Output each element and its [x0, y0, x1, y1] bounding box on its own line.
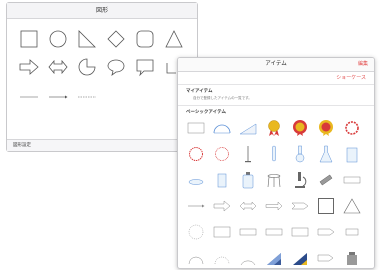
magnet-icon[interactable] [317, 171, 335, 189]
slope-item-icon[interactable] [239, 119, 257, 137]
beaker-icon[interactable] [343, 145, 361, 163]
double-arrow-icon[interactable] [48, 57, 68, 77]
arrow-block-icon[interactable] [317, 249, 335, 267]
flower-frame-icon[interactable] [343, 119, 361, 137]
double-block-arrow-icon[interactable] [239, 197, 257, 215]
pie-icon[interactable] [77, 57, 97, 77]
circle-icon[interactable] [48, 29, 68, 49]
triangle-item-icon[interactable] [343, 197, 361, 215]
test-tube-icon[interactable] [265, 145, 283, 163]
gold-medal-icon[interactable] [265, 119, 283, 137]
half-circle-dashed-icon[interactable] [213, 249, 231, 267]
dashed-line-icon[interactable] [77, 94, 97, 100]
blank-rect-icon[interactable] [343, 171, 361, 189]
wavy-frame-icon[interactable] [213, 145, 231, 163]
glass-cylinder-icon[interactable] [213, 171, 231, 189]
chevron-arrow-icon[interactable] [291, 197, 309, 215]
tag-rect-icon[interactable] [265, 223, 283, 241]
wide-rect-icon[interactable] [291, 223, 309, 241]
stand-rod-icon[interactable] [239, 145, 257, 163]
diamond-icon[interactable] [106, 29, 126, 49]
dashed-circle-icon[interactable] [187, 223, 205, 241]
square-frame-icon[interactable] [317, 197, 335, 215]
label-rect-icon[interactable] [239, 223, 257, 241]
my-items-heading: マイアイテム [186, 89, 213, 94]
shapes-panel-title: 図形 [7, 3, 197, 19]
basic-items-heading: ベーシックアイテム [186, 110, 226, 115]
arc-item-icon[interactable] [213, 119, 231, 137]
rosette-gold-icon[interactable] [291, 119, 309, 137]
arrow-right-icon[interactable] [19, 57, 39, 77]
speech-bubble-icon[interactable] [106, 57, 126, 77]
colored-triangle-icon[interactable] [291, 249, 309, 267]
plain-rect-icon[interactable] [213, 223, 231, 241]
arrow-tag-icon[interactable] [317, 223, 335, 241]
divider [178, 84, 374, 85]
showcase-link[interactable]: ショーケース [336, 74, 366, 81]
edit-button[interactable]: 編集 [358, 58, 368, 71]
square-icon[interactable] [19, 29, 39, 49]
shapes-panel: 図形 図形設定 [6, 2, 198, 152]
shape-settings-label: 図形設定 [13, 143, 31, 148]
triangle-icon[interactable] [164, 29, 184, 49]
items-panel: アイテム 編集 ショーケース マイアイテム 自分で登録したアイテムの一覧です。 … [177, 57, 375, 269]
microscope-icon[interactable] [291, 171, 309, 189]
my-items-description: 自分で登録したアイテムの一覧です。 [193, 96, 252, 100]
thin-rect-item-icon[interactable] [187, 119, 205, 137]
petri-dish-icon[interactable] [187, 171, 205, 189]
divider [178, 105, 374, 106]
line-icon[interactable] [19, 94, 39, 100]
tripod-icon[interactable] [265, 171, 283, 189]
conical-flask-icon[interactable] [317, 145, 335, 163]
long-arrow-icon[interactable] [265, 197, 283, 215]
items-panel-titlebar: アイテム 編集 [178, 58, 374, 72]
rosette-red-icon[interactable] [317, 119, 335, 137]
arrow-line-icon[interactable] [48, 94, 68, 100]
striped-triangle-icon[interactable] [265, 249, 283, 267]
rounded-square-icon[interactable] [135, 29, 155, 49]
right-triangle-icon[interactable] [77, 29, 97, 49]
weight-icon[interactable] [343, 249, 361, 267]
half-circle-icon[interactable] [187, 249, 205, 267]
round-flask-icon[interactable] [291, 145, 309, 163]
arrow-line-item-icon[interactable] [187, 197, 205, 215]
small-rect-icon[interactable] [343, 223, 361, 241]
quarter-circle-icon[interactable] [239, 249, 257, 267]
bottle-icon[interactable] [239, 171, 257, 189]
block-arrow-icon[interactable] [213, 197, 231, 215]
items-panel-title: アイテム [265, 61, 287, 67]
shape-settings-bar[interactable]: 図形設定 [7, 139, 197, 151]
callout-rect-icon[interactable] [135, 57, 155, 77]
scalloped-frame-icon[interactable] [187, 145, 205, 163]
